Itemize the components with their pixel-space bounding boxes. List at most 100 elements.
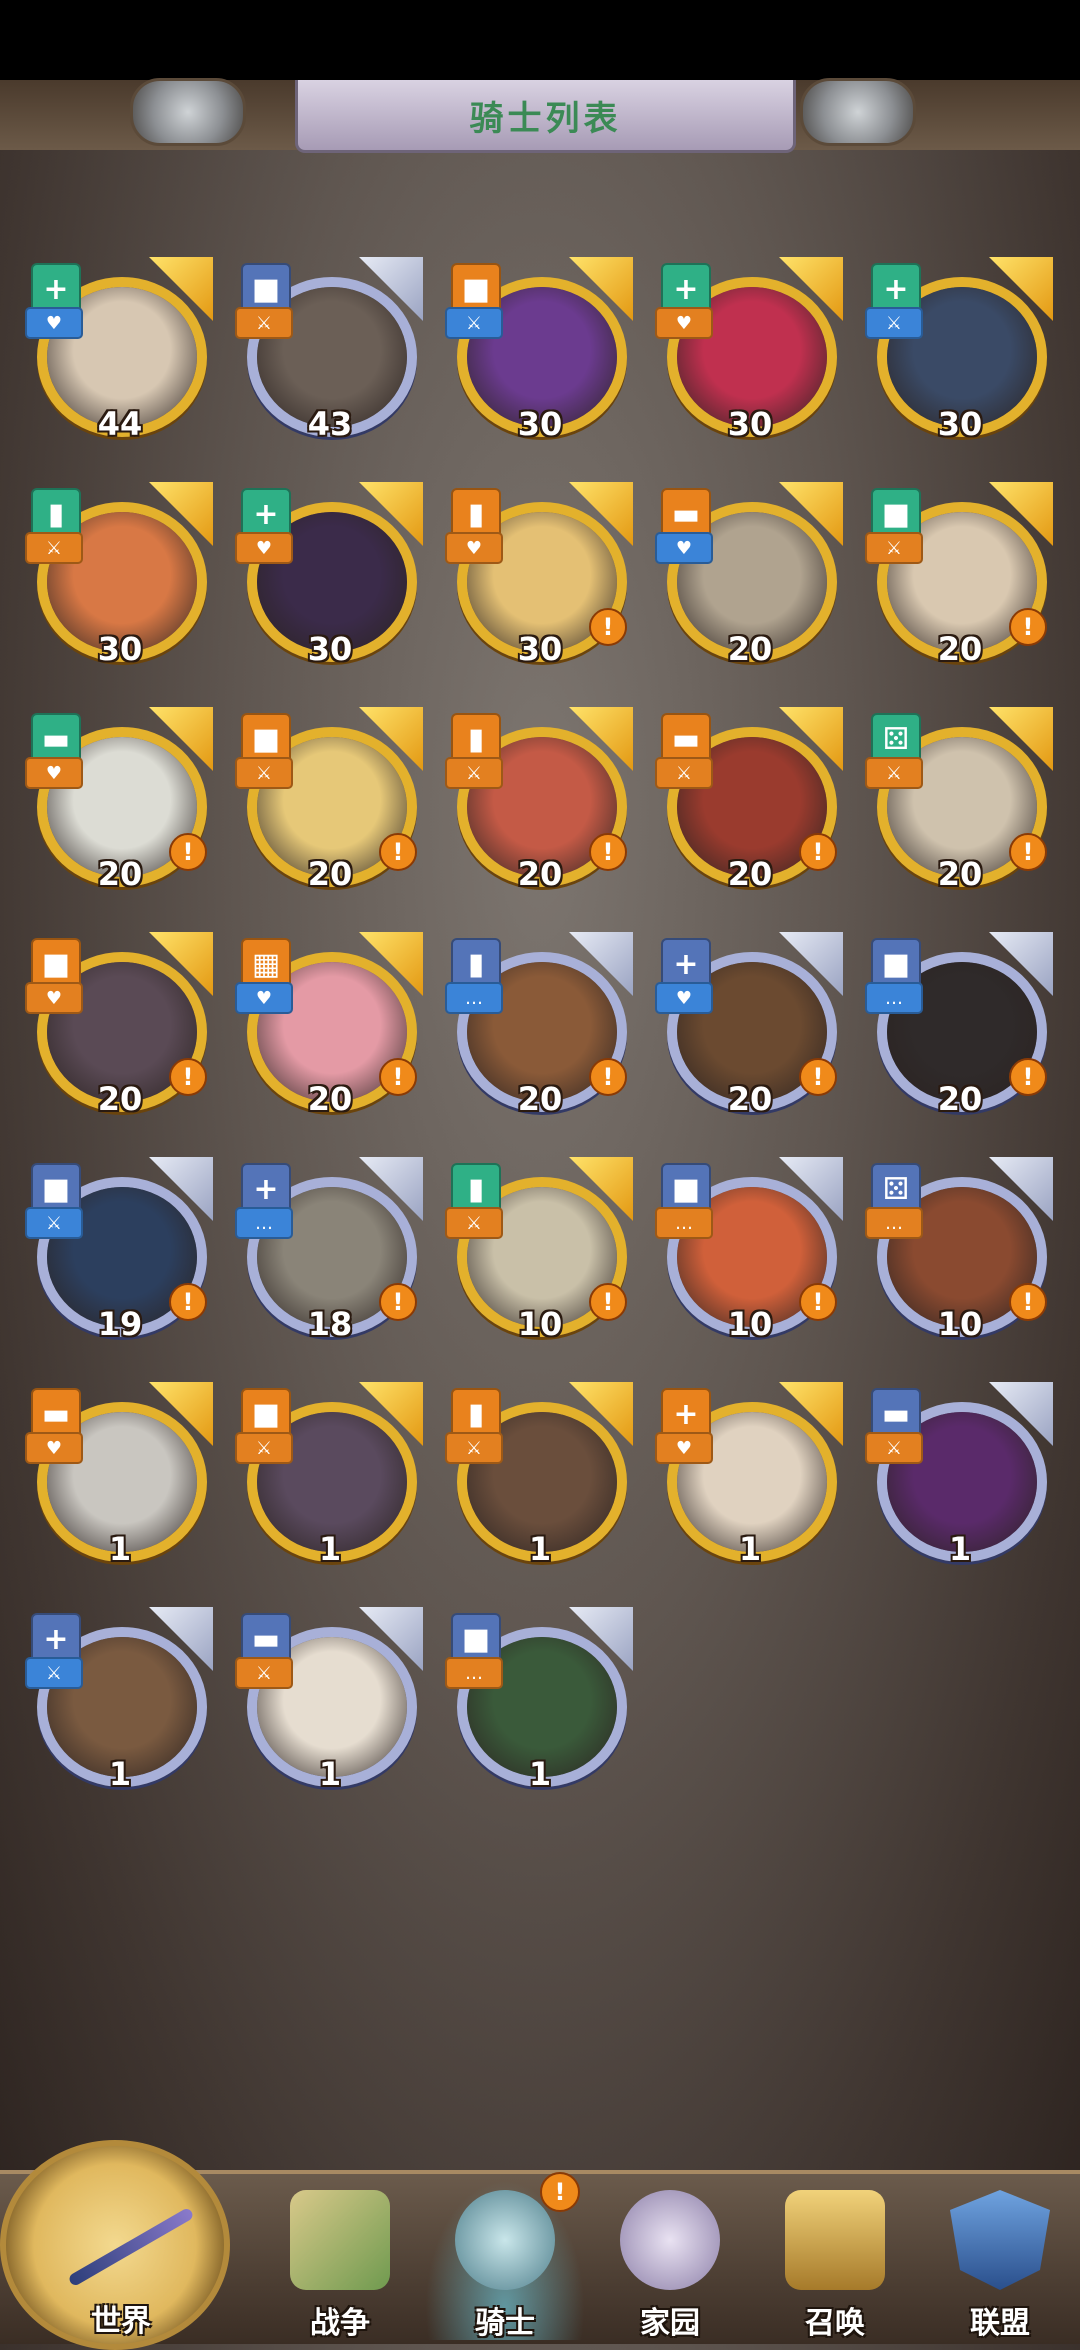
knight-level: 1 — [318, 1530, 342, 1568]
role-icon: ⚔ — [25, 532, 83, 564]
knight-card[interactable]: + ⚔ 1 — [25, 1605, 215, 1795]
knight-card[interactable]: ▬ ♥ 1 — [25, 1380, 215, 1570]
nav-home-label: 家园 — [640, 2306, 700, 2341]
knight-card[interactable]: + ⚔ 30 — [865, 255, 1055, 445]
knight-card[interactable]: + ♥ 20! — [655, 930, 845, 1120]
role-icon: … — [865, 982, 923, 1014]
knight-card[interactable]: ▮… 20! — [445, 930, 635, 1120]
role-icon: ⚔ — [865, 1432, 923, 1464]
knight-card[interactable]: ▮ ⚔ 10! — [445, 1155, 635, 1345]
knight-level: 1 — [108, 1530, 132, 1568]
gear-icon — [620, 2190, 720, 2290]
upgrade-alert-icon: ! — [799, 833, 837, 871]
knight-level: 20 — [727, 630, 773, 668]
knight-card[interactable]: ▬ ⚔ 1 — [865, 1380, 1055, 1570]
upgrade-alert-icon: ! — [589, 1058, 627, 1096]
role-icon: … — [445, 1657, 503, 1689]
knight-card[interactable]: + ♥ 30 — [235, 480, 425, 670]
role-icon: ♥ — [235, 532, 293, 564]
knight-card[interactable]: + ♥ 30 — [655, 255, 845, 445]
upgrade-alert-icon: ! — [1009, 1283, 1047, 1321]
nav-alliance-label: 联盟 — [970, 2306, 1030, 2341]
knight-level: 1 — [738, 1530, 762, 1568]
nav-summon[interactable]: 召唤 — [755, 2180, 915, 2341]
knight-card[interactable]: ■… 1 — [445, 1605, 635, 1795]
knight-card[interactable]: ▦ ♥ 20! — [235, 930, 425, 1120]
role-icon: ⚔ — [25, 1657, 83, 1689]
summon-gate-icon — [785, 2190, 885, 2290]
role-icon: ⚔ — [655, 757, 713, 789]
nav-war[interactable]: 战争 — [260, 2180, 420, 2341]
knight-level: 30 — [517, 405, 563, 443]
knight-card[interactable]: ▬ ⚔ 1 — [235, 1605, 425, 1795]
role-icon: ♥ — [655, 532, 713, 564]
knight-card[interactable]: + ♥ 44 — [25, 255, 215, 445]
knight-card[interactable]: +… 18! — [235, 1155, 425, 1345]
upgrade-alert-icon: ! — [379, 1283, 417, 1321]
upgrade-alert-icon: ! — [379, 1058, 417, 1096]
upgrade-alert-icon: ! — [799, 1283, 837, 1321]
knight-level: 1 — [528, 1530, 552, 1568]
knight-level: 30 — [307, 630, 353, 668]
knight-card[interactable]: ■ ⚔ 43 — [235, 255, 425, 445]
nav-alliance[interactable]: 联盟 — [920, 2180, 1080, 2341]
nav-world[interactable]: 世界 — [0, 2140, 230, 2350]
knight-level: 30 — [937, 405, 983, 443]
knight-card[interactable]: + ♥ 1 — [655, 1380, 845, 1570]
knight-level: 1 — [948, 1530, 972, 1568]
nav-knight-label: 骑士 — [475, 2306, 535, 2341]
upgrade-alert-icon: ! — [1009, 1058, 1047, 1096]
knight-card[interactable]: ▮ ⚔ 20! — [445, 705, 635, 895]
role-icon: ⚔ — [445, 1432, 503, 1464]
knight-card[interactable]: ■ ⚔ 1 — [235, 1380, 425, 1570]
knight-card[interactable]: ▬ ♥ 20 — [655, 480, 845, 670]
knight-list: + ♥ 44 ■ ⚔ 43 ■ ⚔ 30 + ♥ 30 + ⚔ 30 ▮ ⚔ 30 + ♥ 30 ▮ ♥ 30! ▬ ♥ 20 ■ ⚔ 2… — [0, 0, 1080, 1800]
knight-card[interactable]: ■ ⚔ 20! — [865, 480, 1055, 670]
knight-card[interactable]: ■ ⚔ 19! — [25, 1155, 215, 1345]
upgrade-alert-icon: ! — [799, 1058, 837, 1096]
upgrade-alert-icon: ! — [169, 1283, 207, 1321]
nav-summon-label: 召唤 — [805, 2306, 865, 2341]
role-icon: … — [655, 1207, 713, 1239]
role-icon: ♥ — [25, 1432, 83, 1464]
role-icon: ⚔ — [235, 1657, 293, 1689]
knight-card[interactable]: ⚄… 10! — [865, 1155, 1055, 1345]
knight-card[interactable]: ▮ ♥ 30! — [445, 480, 635, 670]
knight-card[interactable]: ■… 20! — [865, 930, 1055, 1120]
role-icon: ⚔ — [865, 757, 923, 789]
role-icon: ⚔ — [445, 1207, 503, 1239]
knight-level: 30 — [97, 630, 143, 668]
knight-card[interactable]: ■ ⚔ 20! — [235, 705, 425, 895]
nav-knight-alert-badge: ! — [540, 2172, 580, 2212]
role-icon: ♥ — [655, 982, 713, 1014]
shield-icon — [950, 2190, 1050, 2290]
knight-card[interactable]: ⚄ ⚔ 20! — [865, 705, 1055, 895]
knight-card[interactable]: ▮ ⚔ 1 — [445, 1380, 635, 1570]
knight-card[interactable]: ■ ⚔ 30 — [445, 255, 635, 445]
knight-card[interactable]: ▬ ⚔ 20! — [655, 705, 845, 895]
knight-card[interactable]: ▬ ♥ 20! — [25, 705, 215, 895]
upgrade-alert-icon: ! — [169, 833, 207, 871]
role-icon: … — [865, 1207, 923, 1239]
role-icon: ⚔ — [445, 757, 503, 789]
role-icon: ♥ — [25, 982, 83, 1014]
knight-card[interactable]: ▮ ⚔ 30 — [25, 480, 215, 670]
nav-home[interactable]: 家园 — [590, 2180, 750, 2341]
role-icon: ⚔ — [235, 757, 293, 789]
knight-card[interactable]: ■… 10! — [655, 1155, 845, 1345]
role-icon: ♥ — [655, 307, 713, 339]
upgrade-alert-icon: ! — [589, 1283, 627, 1321]
role-icon: ♥ — [445, 532, 503, 564]
role-icon: ⚔ — [865, 307, 923, 339]
role-icon: ♥ — [235, 982, 293, 1014]
knight-card[interactable]: ■ ♥ 20! — [25, 930, 215, 1120]
upgrade-alert-icon: ! — [169, 1058, 207, 1096]
role-icon: ⚔ — [445, 307, 503, 339]
role-icon: ♥ — [25, 757, 83, 789]
role-icon: … — [235, 1207, 293, 1239]
upgrade-alert-icon: ! — [379, 833, 417, 871]
knight-icon — [455, 2190, 555, 2290]
role-icon: ⚔ — [235, 1432, 293, 1464]
knight-level: 1 — [318, 1755, 342, 1793]
role-icon: … — [445, 982, 503, 1014]
